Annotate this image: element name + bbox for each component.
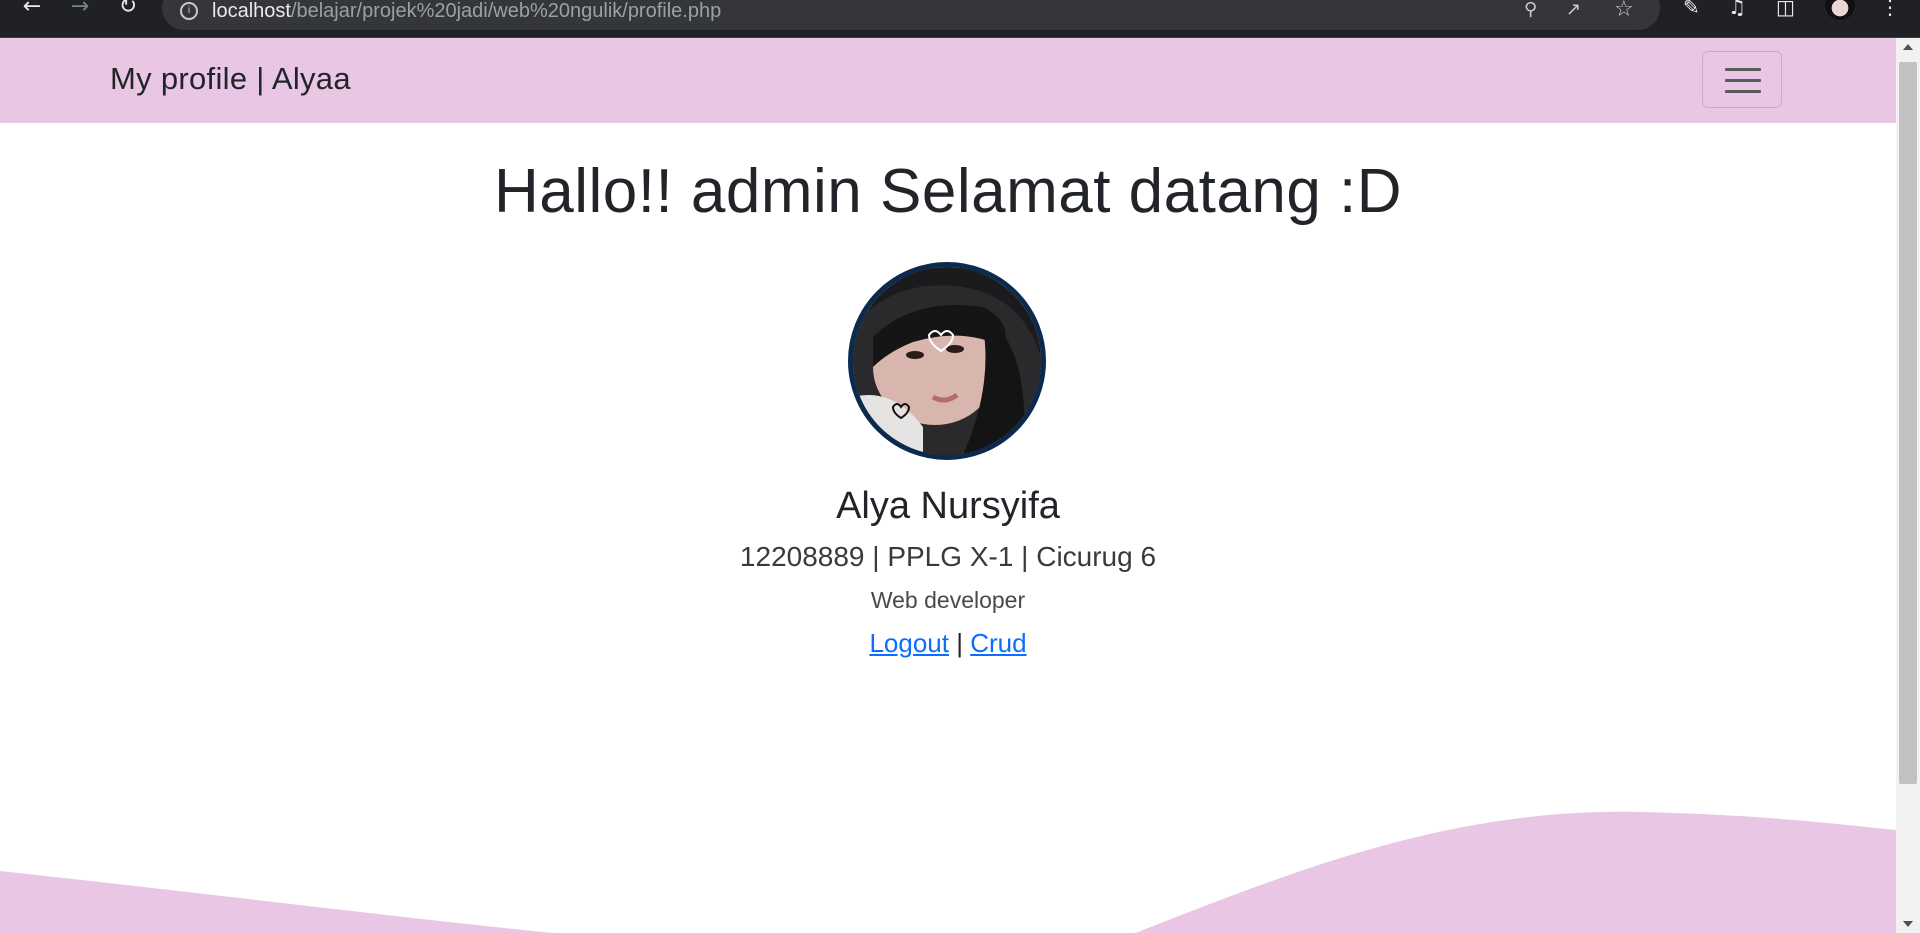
side-panel-icon[interactable]: ◫: [1776, 0, 1795, 17]
key-icon[interactable]: ⚲: [1524, 0, 1537, 20]
url-path: /belajar/projek%20jadi/web%20ngulik/prof…: [290, 0, 722, 22]
decorative-wave: [0, 811, 1896, 933]
address-url[interactable]: localhost/belajar/projek%20jadi/web%20ng…: [212, 0, 721, 23]
profile-avatar-icon[interactable]: [1825, 0, 1855, 20]
back-arrow-icon[interactable]: ←: [14, 0, 50, 20]
scrollbar-thumb[interactable]: [1899, 62, 1917, 784]
extensions-puzzle-icon[interactable]: ✎: [1683, 0, 1700, 17]
kebab-menu-icon[interactable]: ⋮: [1880, 0, 1900, 17]
profile-name: Alya Nursyifa: [836, 485, 1060, 527]
navbar-brand[interactable]: My profile | Alyaa: [110, 61, 351, 97]
page-title: Hallo!! admin Selamat datang :D: [493, 157, 1403, 226]
bookmark-star-icon[interactable]: ☆: [1614, 0, 1634, 22]
page-scrollbar[interactable]: [1896, 38, 1920, 933]
reload-icon[interactable]: ↻: [110, 0, 146, 20]
media-control-icon[interactable]: ♫: [1728, 0, 1746, 17]
browser-toolbar: ← → ↻ i localhost/belajar/projek%20jadi/…: [0, 0, 1920, 38]
crud-link[interactable]: Crud: [970, 628, 1026, 658]
url-host: localhost: [212, 0, 291, 22]
link-separator: |: [956, 628, 963, 658]
share-icon[interactable]: ↗: [1566, 0, 1581, 20]
scroll-up-arrow-icon[interactable]: [1903, 44, 1913, 50]
address-bar[interactable]: i localhost/belajar/projek%20jadi/web%20…: [162, 0, 1660, 30]
profile-photo: [848, 262, 1046, 460]
navbar: My profile | Alyaa: [0, 38, 1896, 123]
scroll-down-arrow-icon[interactable]: [1903, 921, 1913, 927]
navbar-toggler-button[interactable]: [1702, 51, 1782, 108]
action-links: Logout | Crud: [0, 628, 1896, 659]
hamburger-icon: [1725, 68, 1761, 93]
site-info-icon[interactable]: i: [180, 2, 198, 20]
page-viewport: My profile | Alyaa Hallo!! admin Selamat…: [0, 38, 1896, 933]
logout-link[interactable]: Logout: [869, 628, 949, 658]
profile-photo-image: [853, 267, 1041, 455]
profile-role: Web developer: [870, 587, 1026, 613]
profile-info: 12208889 | PPLG X-1 | Cicurug 6: [739, 541, 1157, 572]
forward-arrow-icon[interactable]: →: [62, 0, 98, 20]
